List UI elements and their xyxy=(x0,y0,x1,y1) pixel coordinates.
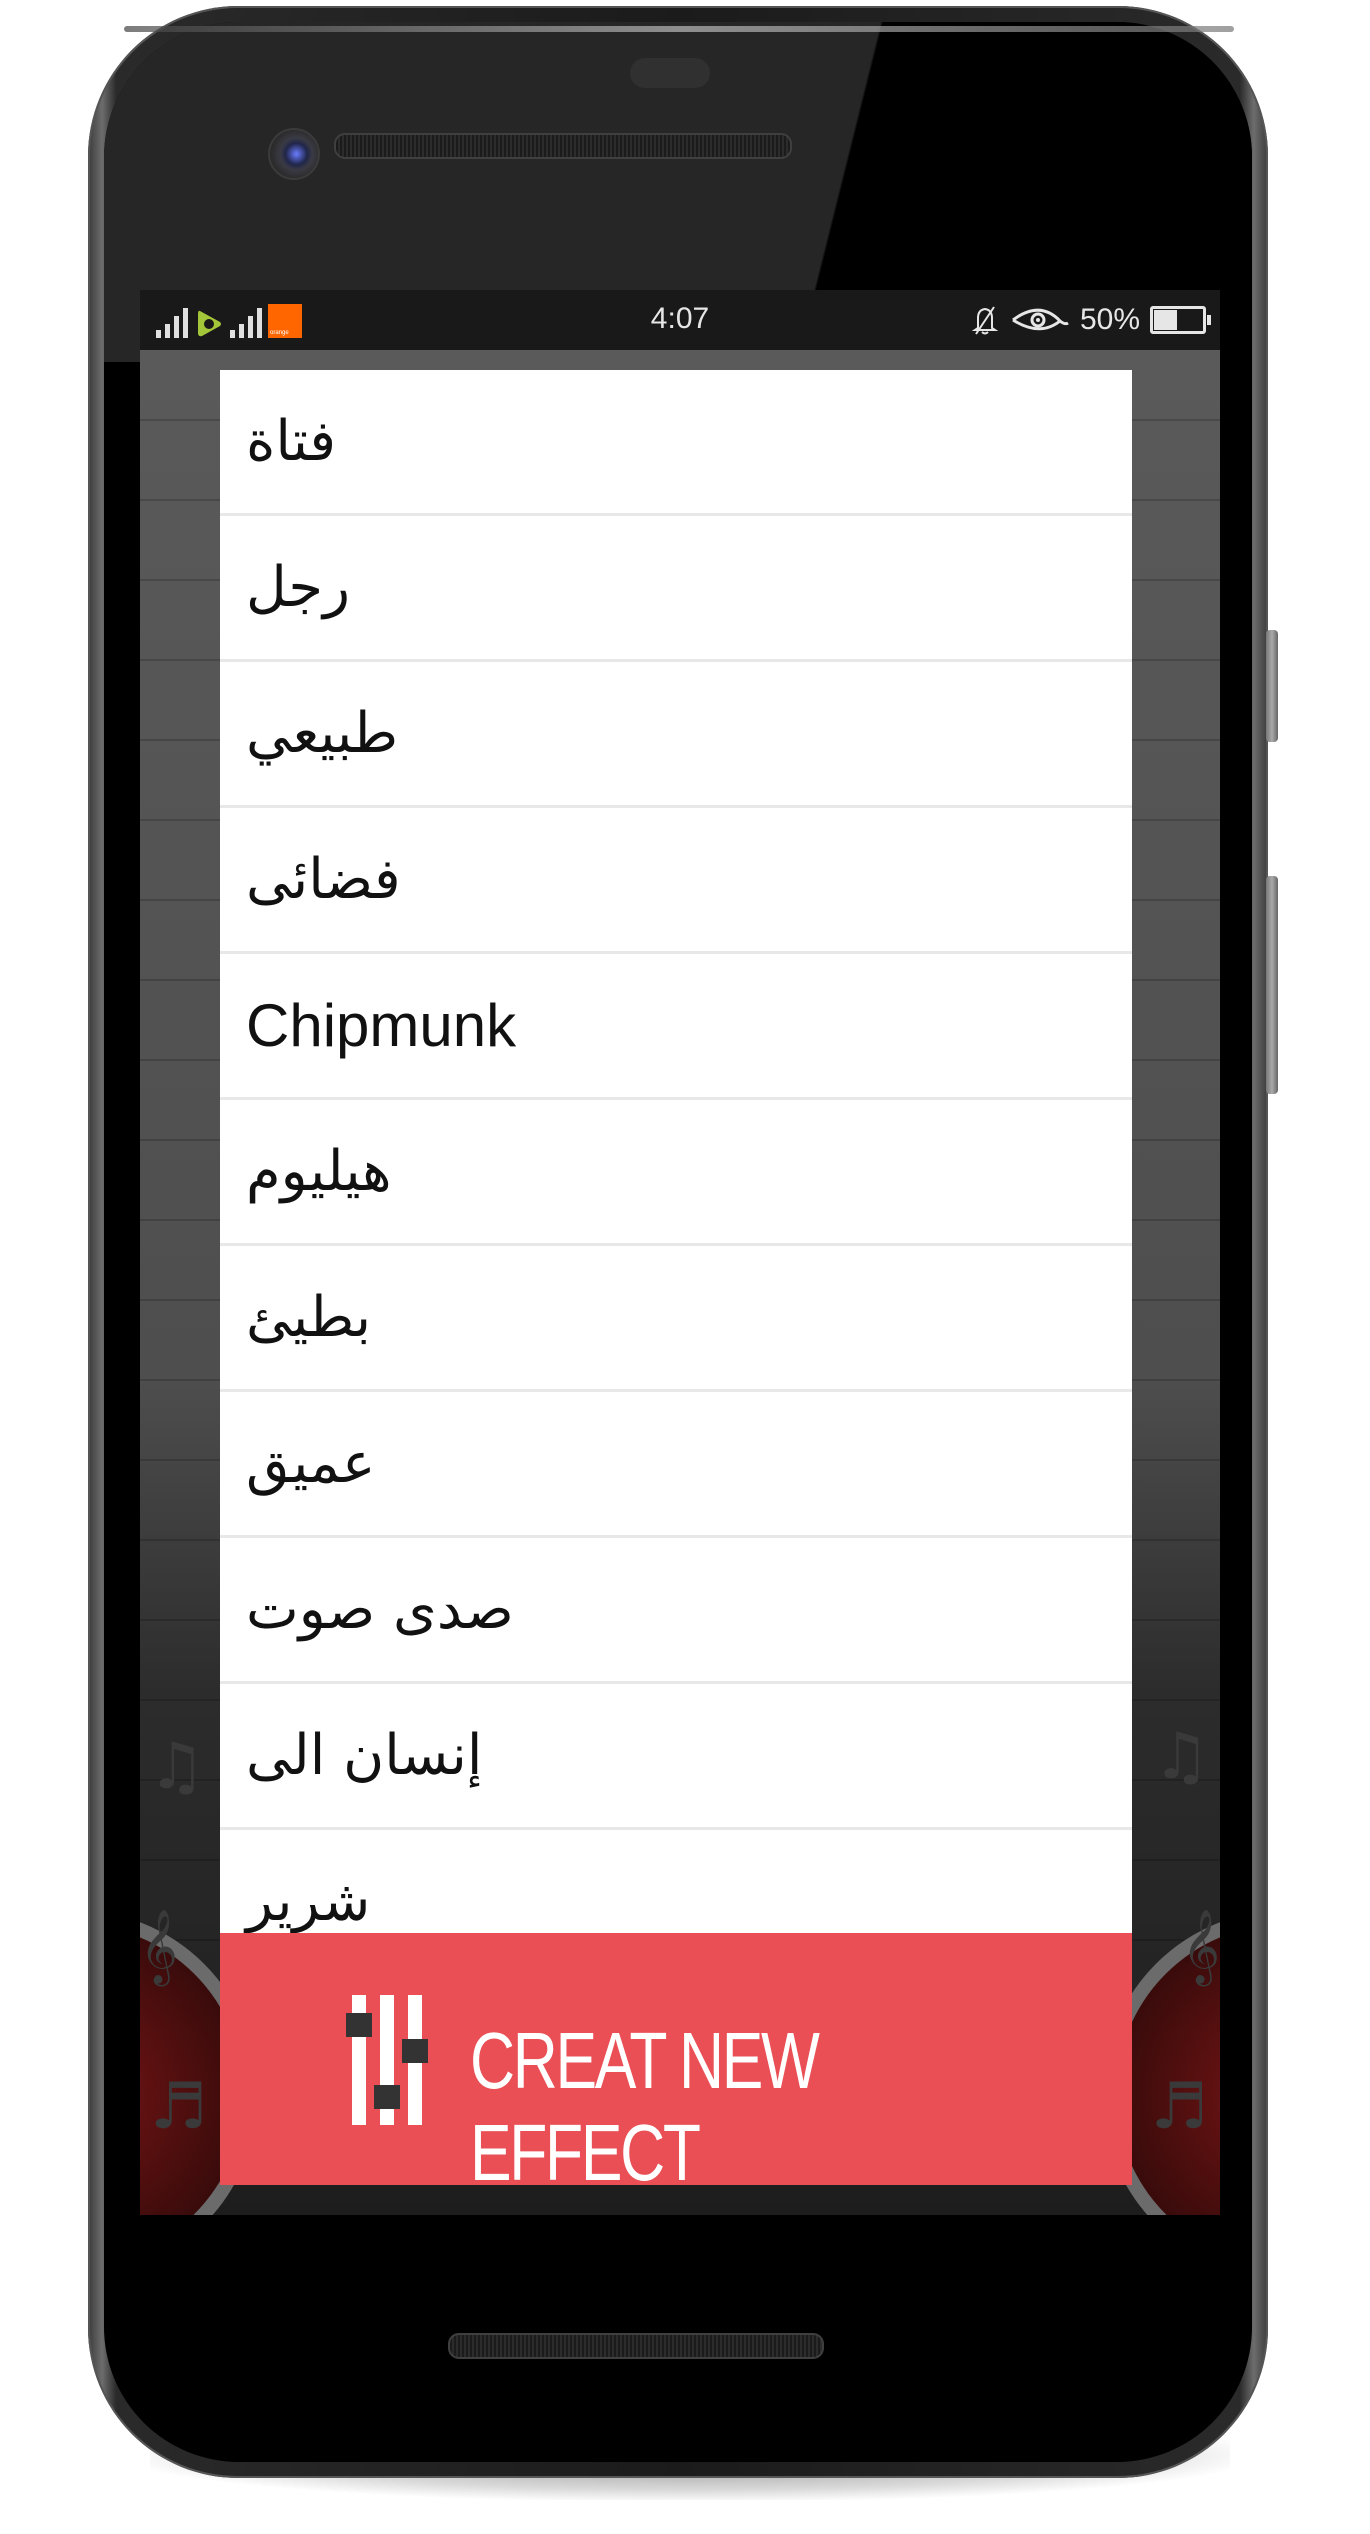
effect-label: عميق xyxy=(246,1431,376,1496)
screen: orange 4:07 50% ♫ 𝄞 ♬ ♫ 𝄞 ♬ فتاة رجل طبي… xyxy=(140,290,1220,2215)
effect-label: فتاة xyxy=(246,409,337,474)
effect-label: فضائى xyxy=(246,847,401,912)
power-button xyxy=(1266,630,1278,742)
music-note-icon: ♬ xyxy=(150,2070,208,2144)
effect-list-item[interactable]: عميق xyxy=(220,1392,1132,1538)
volume-button xyxy=(1266,876,1278,1094)
music-note-icon: ♫ xyxy=(148,1730,206,1804)
front-camera-icon xyxy=(268,128,320,180)
create-new-effect-label: CREAT NEW EFFECT xyxy=(470,2016,820,2185)
effect-list-item[interactable]: إنسان الى xyxy=(220,1684,1132,1830)
effect-list-item[interactable]: فضائى xyxy=(220,808,1132,954)
effect-label: Chipmunk xyxy=(246,992,517,1059)
create-new-effect-button[interactable]: CREAT NEW EFFECT xyxy=(220,1933,1132,2185)
proximity-sensor xyxy=(630,58,710,88)
effect-list-item[interactable]: صدى صوت xyxy=(220,1538,1132,1684)
effect-label: هيليوم xyxy=(246,1139,392,1204)
effect-label: صدى صوت xyxy=(246,1577,514,1642)
effect-label: شرير xyxy=(246,1869,371,1934)
effects-list[interactable]: فتاة رجل طبيعي فضائى Chipmunk هيليوم بطيئ عميق ص… xyxy=(220,370,1132,1976)
effect-list-item[interactable]: فتاة xyxy=(220,370,1132,516)
music-note-icon: ♬ xyxy=(1150,2070,1208,2144)
eye-icon xyxy=(1012,308,1069,331)
earpiece-speaker xyxy=(334,133,792,159)
battery-icon xyxy=(1150,306,1211,334)
status-right: 50% xyxy=(970,302,1211,338)
effect-list-item[interactable]: هيليوم xyxy=(220,1100,1132,1246)
effect-label: إنسان الى xyxy=(246,1723,483,1788)
battery-percent: 50% xyxy=(1079,303,1140,336)
treble-clef-icon: 𝄞 xyxy=(140,1910,178,1984)
effect-list-item[interactable]: طبيعي xyxy=(220,662,1132,808)
effect-list-item[interactable]: Chipmunk xyxy=(220,954,1132,1100)
effect-label: بطيئ xyxy=(246,1285,372,1350)
effect-list-item[interactable]: رجل xyxy=(220,516,1132,662)
effect-list-item[interactable]: بطيئ xyxy=(220,1246,1132,1392)
music-note-icon: ♫ xyxy=(1152,1720,1210,1794)
status-bar: orange 4:07 50% xyxy=(140,290,1220,350)
notifications-off-icon xyxy=(971,306,999,335)
equalizer-sliders-icon xyxy=(346,1995,428,2125)
treble-clef-icon: 𝄞 xyxy=(1182,1910,1220,1984)
phone-top-rim xyxy=(124,26,1234,32)
bottom-speaker xyxy=(448,2333,824,2359)
effects-dialog: فتاة رجل طبيعي فضائى Chipmunk هيليوم بطيئ عميق ص… xyxy=(220,370,1132,2185)
battery-fill xyxy=(1154,310,1177,330)
effect-label: طبيعي xyxy=(246,701,399,766)
effect-label: رجل xyxy=(246,555,351,620)
